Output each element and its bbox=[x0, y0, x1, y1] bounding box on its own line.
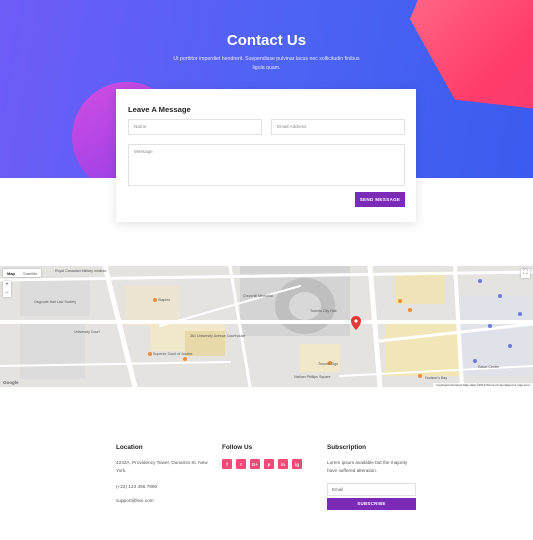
map-label: Royal Canadian Military Institute bbox=[55, 269, 107, 273]
follow-title: Follow Us bbox=[222, 444, 253, 451]
zoom-out-button[interactable]: − bbox=[3, 289, 11, 297]
subscription-email-input[interactable]: Email bbox=[327, 482, 416, 496]
map-label: Nathan Phillips Square bbox=[294, 375, 331, 379]
map-label: Toronto City Hall bbox=[310, 309, 337, 313]
map-canvas bbox=[0, 266, 533, 387]
linkedin-icon[interactable]: in bbox=[278, 459, 288, 469]
google-logo: Google bbox=[3, 380, 19, 385]
location-map[interactable]: Royal Canadian Military Institute Osgood… bbox=[0, 266, 533, 387]
name-field[interactable]: Name bbox=[128, 119, 262, 135]
location-phone: (+22) 123 456 7890 bbox=[116, 483, 158, 489]
map-label: Eaton Centre bbox=[478, 365, 500, 369]
map-label: Staples bbox=[158, 298, 170, 302]
social-links: f t G+ p in ig bbox=[222, 459, 322, 469]
location-address: 4232A, Providency Tower, Dunamis St. New… bbox=[116, 460, 208, 473]
map-label: Hudson's Bay bbox=[425, 376, 448, 380]
google-plus-icon[interactable]: G+ bbox=[250, 459, 260, 469]
map-type-control: Map Satellite bbox=[3, 269, 42, 277]
footer-location: Location 4232A, Providency Tower, Dunami… bbox=[116, 444, 216, 503]
zoom-control: + − bbox=[3, 281, 11, 297]
map-label: Churchill Memorial bbox=[243, 294, 273, 298]
map-label: Toronto Sign bbox=[318, 362, 339, 366]
email-field[interactable]: Email Address bbox=[271, 119, 405, 135]
subscribe-button[interactable]: SUBSCRIBE bbox=[327, 497, 416, 510]
footer-subscription: Subscription Lorem ipsum available but t… bbox=[327, 444, 417, 510]
map-label: Superior Court of Justice bbox=[153, 352, 193, 356]
map-attribution[interactable]: Keyboard shortcuts Map data ©2019 Terms … bbox=[433, 383, 533, 387]
page-subtitle: Ut porttitor imperdiet hendrerit. Suspen… bbox=[173, 56, 360, 71]
map-label: University Court bbox=[74, 330, 100, 334]
instagram-icon[interactable]: ig bbox=[292, 459, 302, 469]
facebook-icon[interactable]: f bbox=[222, 459, 232, 469]
subscription-title: Subscription bbox=[327, 444, 367, 451]
decorative-hexagon bbox=[410, 0, 533, 110]
message-field[interactable]: Message bbox=[128, 144, 405, 186]
map-type-map[interactable]: Map bbox=[3, 269, 19, 277]
location-title: Location bbox=[116, 444, 143, 451]
subscription-text: Lorem ipsum available but the majority h… bbox=[327, 460, 408, 473]
location-email[interactable]: support@lexi.com bbox=[116, 498, 216, 503]
fullscreen-icon[interactable]: ⛶ bbox=[521, 269, 530, 278]
map-label: Osgoode Hall Law Society bbox=[34, 300, 77, 304]
footer-follow: Follow Us f t G+ p in ig bbox=[222, 444, 322, 469]
send-message-button[interactable]: SEND MESSAGE bbox=[355, 192, 405, 207]
form-title: Leave A Message bbox=[128, 105, 191, 114]
map-label: 361 University Avenue Courthouse bbox=[190, 334, 246, 338]
contact-form: Leave A Message Name Email Address Messa… bbox=[116, 89, 416, 222]
twitter-icon[interactable]: t bbox=[236, 459, 246, 469]
zoom-in-button[interactable]: + bbox=[3, 281, 11, 289]
pinterest-icon[interactable]: p bbox=[264, 459, 274, 469]
map-type-satellite[interactable]: Satellite bbox=[19, 269, 41, 277]
page-title: Contact Us bbox=[226, 32, 307, 49]
